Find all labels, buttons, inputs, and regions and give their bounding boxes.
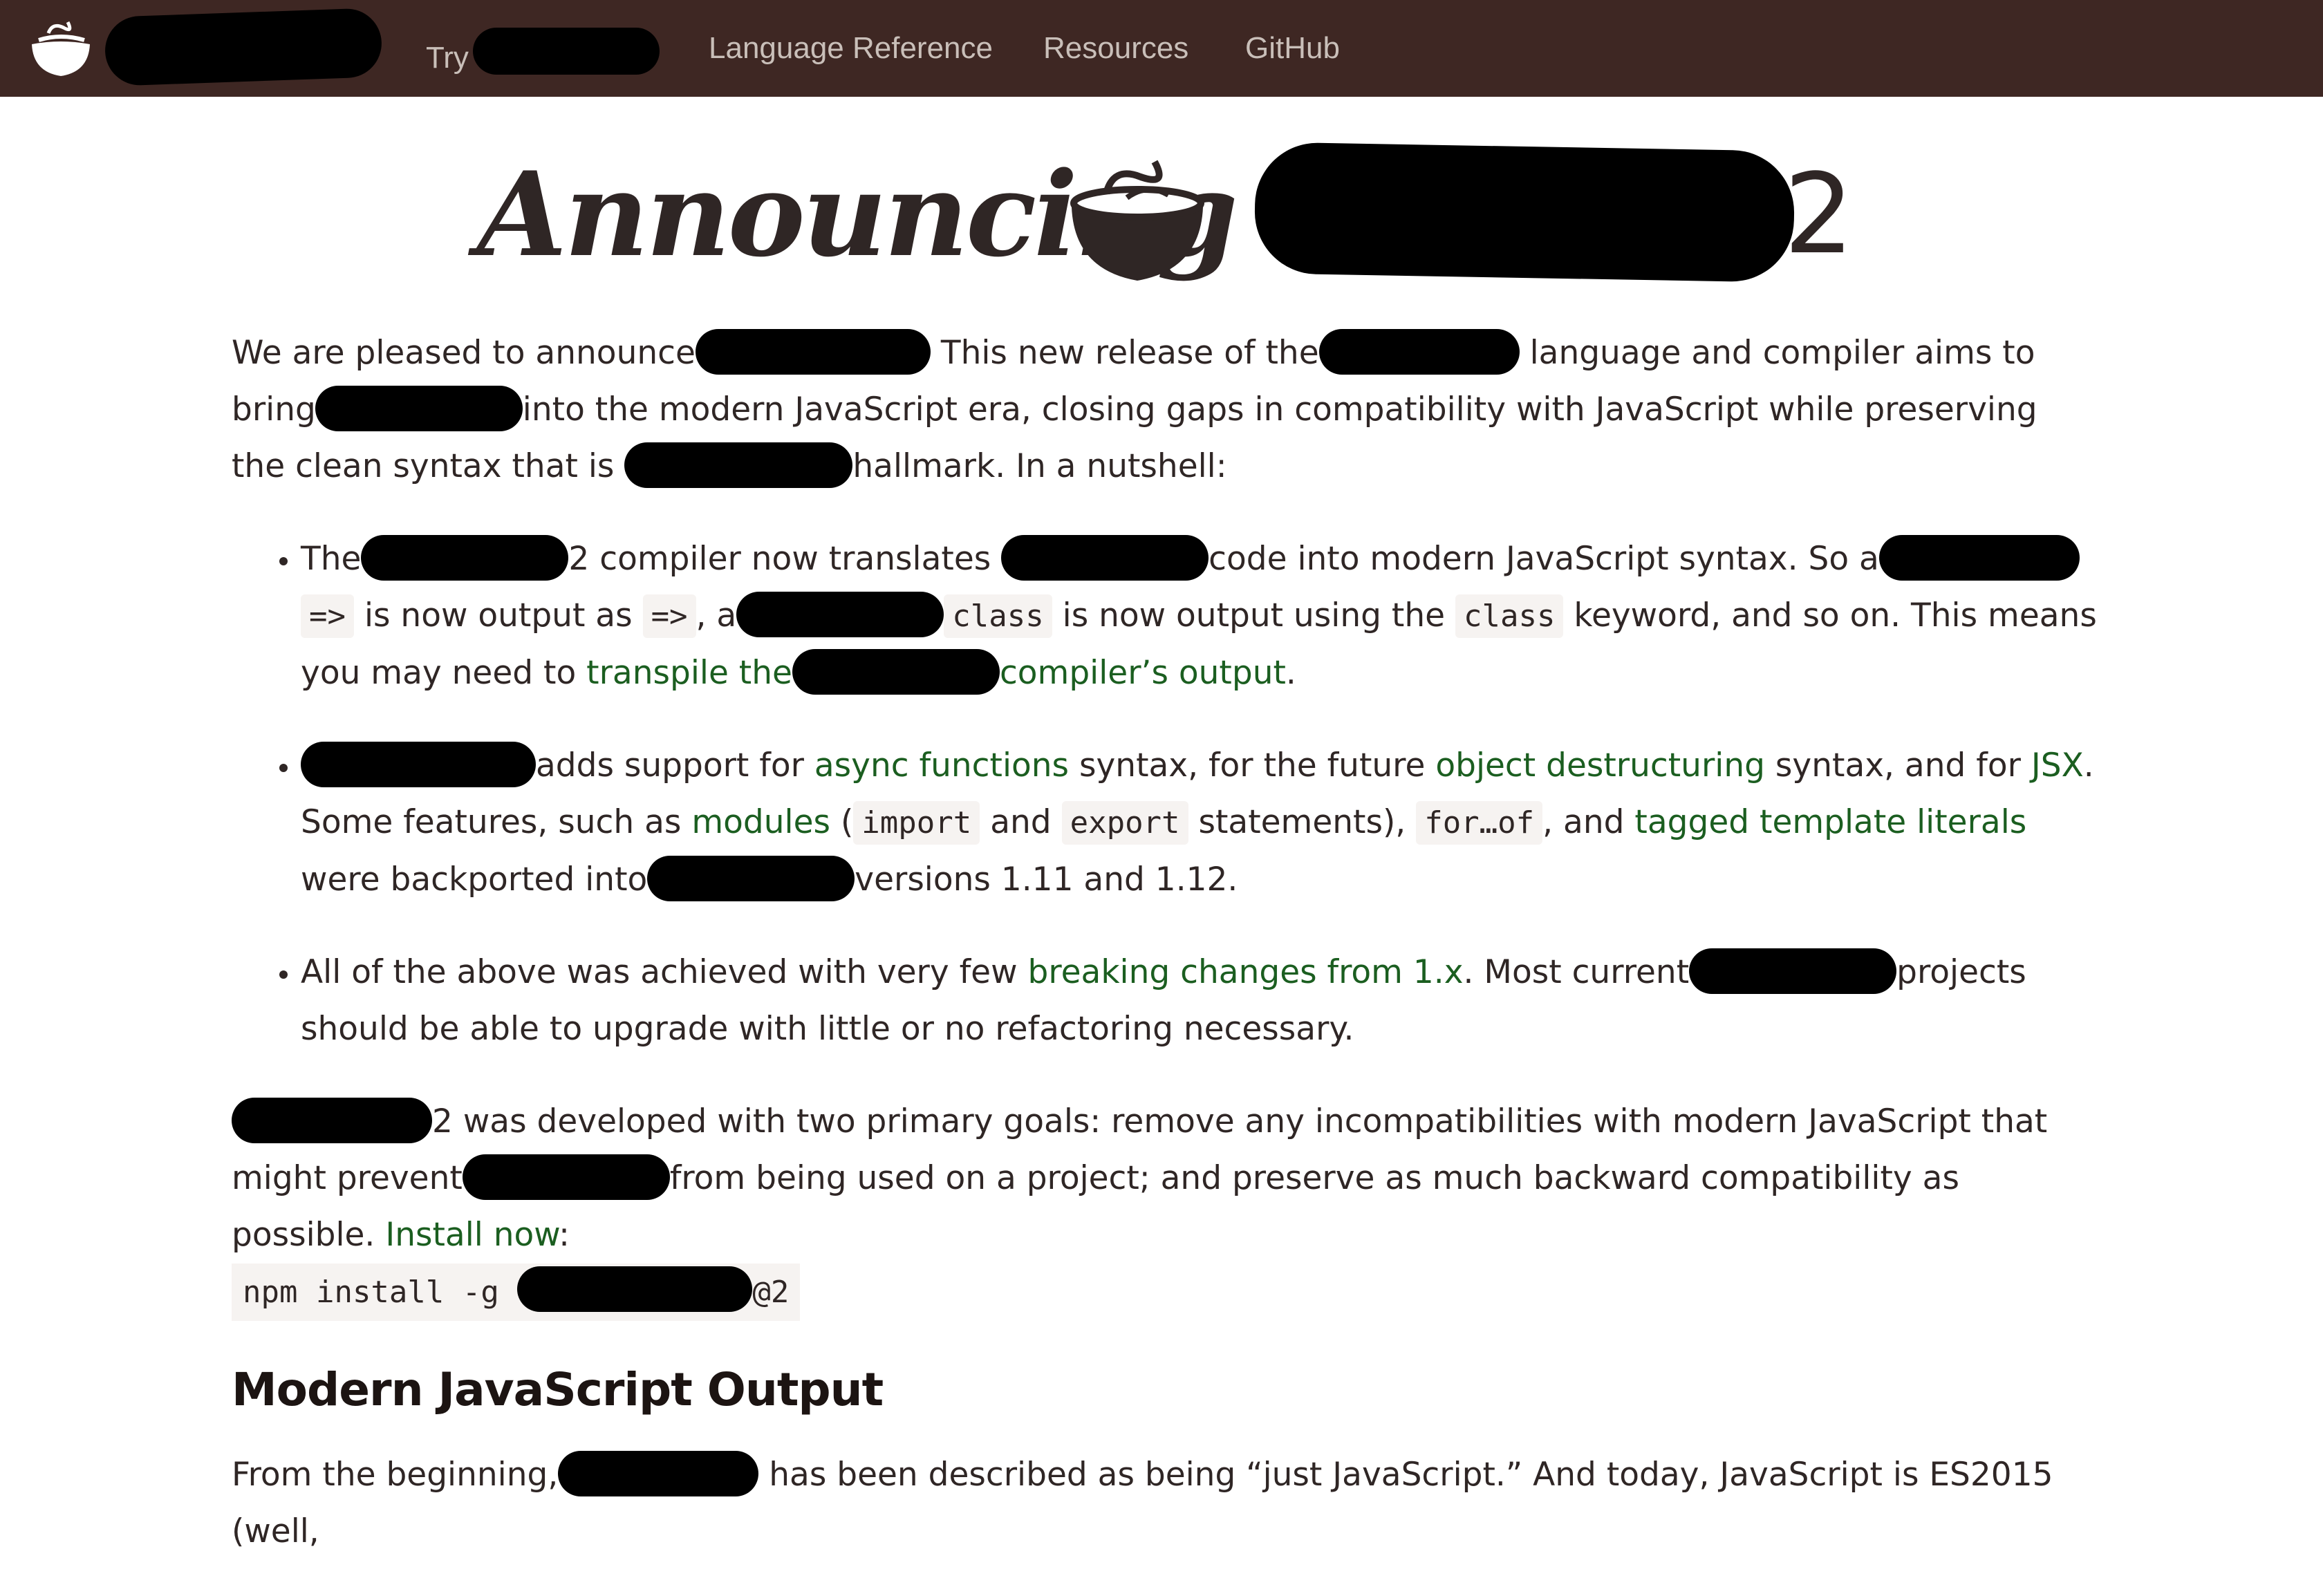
nav-try-label: Try: [426, 41, 469, 75]
text: The: [301, 540, 362, 578]
text: were backported into: [301, 861, 648, 899]
object-destructuring-link[interactable]: object destructuring: [1435, 747, 1765, 785]
redacted-text: [472, 28, 660, 75]
code-class: class: [1455, 594, 1564, 638]
text: This new release of the: [940, 334, 1319, 372]
code-export: export: [1061, 801, 1188, 845]
command-text: @2: [752, 1275, 790, 1310]
text: is now output as: [364, 597, 633, 635]
redacted-text: [736, 592, 944, 637]
redacted-text: [558, 1451, 759, 1496]
code-arrow: =>: [642, 594, 696, 638]
redacted-text: [315, 386, 523, 431]
text: is now output using the: [1062, 597, 1446, 635]
text: versions 1.11 and 1.12.: [855, 861, 1238, 899]
redacted-text: [792, 649, 1000, 695]
text: 2 compiler now translates: [568, 540, 991, 578]
text: :: [559, 1216, 570, 1254]
list-item: adds support for async functions syntax,…: [301, 738, 2098, 908]
redacted-text: [624, 442, 853, 488]
text: syntax, and for: [1775, 747, 2021, 785]
redacted-text: [232, 1098, 432, 1143]
top-navbar: Try Language Reference Resources GitHub: [0, 0, 2323, 97]
text: , and: [1542, 803, 1625, 841]
tagged-template-literals-link[interactable]: tagged template literals: [1634, 803, 2026, 841]
text: All of the above was achieved with very …: [301, 953, 1018, 991]
goals-paragraph: 2 was developed with two primary goals: …: [232, 1093, 2098, 1321]
feature-list: The 2 compiler now translates code into m…: [232, 531, 2098, 1058]
redacted-brand-name[interactable]: [104, 8, 383, 86]
redacted-text: [1878, 535, 2080, 581]
redacted-text: [301, 742, 536, 787]
text: code into modern JavaScript syntax. So a: [1209, 540, 1879, 578]
text: and: [990, 803, 1052, 841]
transpile-link[interactable]: transpile the compiler’s output: [586, 649, 1286, 695]
list-item: The 2 compiler now translates code into m…: [301, 531, 2098, 702]
text: statements),: [1198, 803, 1406, 841]
text: adds support for: [536, 747, 804, 785]
nav-resources-link[interactable]: Resources: [1043, 28, 1188, 69]
text: syntax, for the future: [1079, 747, 1426, 785]
text: hallmark. In a nutshell:: [852, 447, 1227, 485]
nav-github-link[interactable]: GitHub: [1245, 28, 1340, 69]
code-class: class: [944, 594, 1052, 638]
coffee-cup-hero-icon: [1070, 160, 1204, 281]
section-heading: Modern JavaScript Output: [232, 1363, 884, 1416]
redacted-hero-text: [1253, 142, 1795, 283]
breaking-changes-link[interactable]: breaking changes from 1.x: [1027, 953, 1463, 991]
link-text: compiler’s output: [999, 654, 1286, 692]
redacted-text: [647, 856, 855, 901]
command-text: npm install -g: [243, 1275, 499, 1310]
text: , a: [696, 597, 737, 635]
redacted-text: [1001, 535, 1209, 581]
code-for-of: for…of: [1416, 801, 1543, 845]
redacted-text: [517, 1266, 753, 1312]
code-arrow: =>: [301, 594, 354, 638]
install-now-link[interactable]: Install now: [385, 1216, 559, 1254]
code-import: import: [853, 801, 980, 845]
redacted-text: [462, 1154, 670, 1200]
coffee-cup-logo-icon[interactable]: [25, 12, 97, 84]
section-paragraph: From the beginning, has been described a…: [232, 1447, 2098, 1560]
text: We are pleased to announce: [232, 334, 696, 372]
text: (: [840, 803, 854, 841]
hero-banner: Announcing 2: [0, 138, 2323, 290]
intro-paragraph: We are pleased to announce This new rele…: [232, 325, 2098, 495]
redacted-text: [1689, 948, 1897, 994]
redacted-text: [1318, 329, 1520, 375]
list-item: All of the above was achieved with very …: [301, 944, 2098, 1058]
article-content: We are pleased to announce This new rele…: [232, 325, 2098, 1596]
redacted-text: [361, 535, 569, 581]
async-functions-link[interactable]: async functions: [814, 747, 1069, 785]
nav-language-reference-link[interactable]: Language Reference: [709, 28, 993, 69]
redacted-text: [695, 329, 931, 375]
modules-link[interactable]: modules: [691, 803, 830, 841]
text: . Most current: [1463, 953, 1690, 991]
hero-version-number: 2: [1784, 149, 1854, 279]
install-command: npm install -g @2: [232, 1264, 801, 1321]
jsx-link[interactable]: JSX: [2031, 747, 2084, 785]
link-text: transpile the: [586, 654, 792, 692]
nav-try-link[interactable]: Try: [426, 28, 660, 79]
text: From the beginning,: [232, 1456, 559, 1494]
text: .: [1285, 654, 1296, 692]
